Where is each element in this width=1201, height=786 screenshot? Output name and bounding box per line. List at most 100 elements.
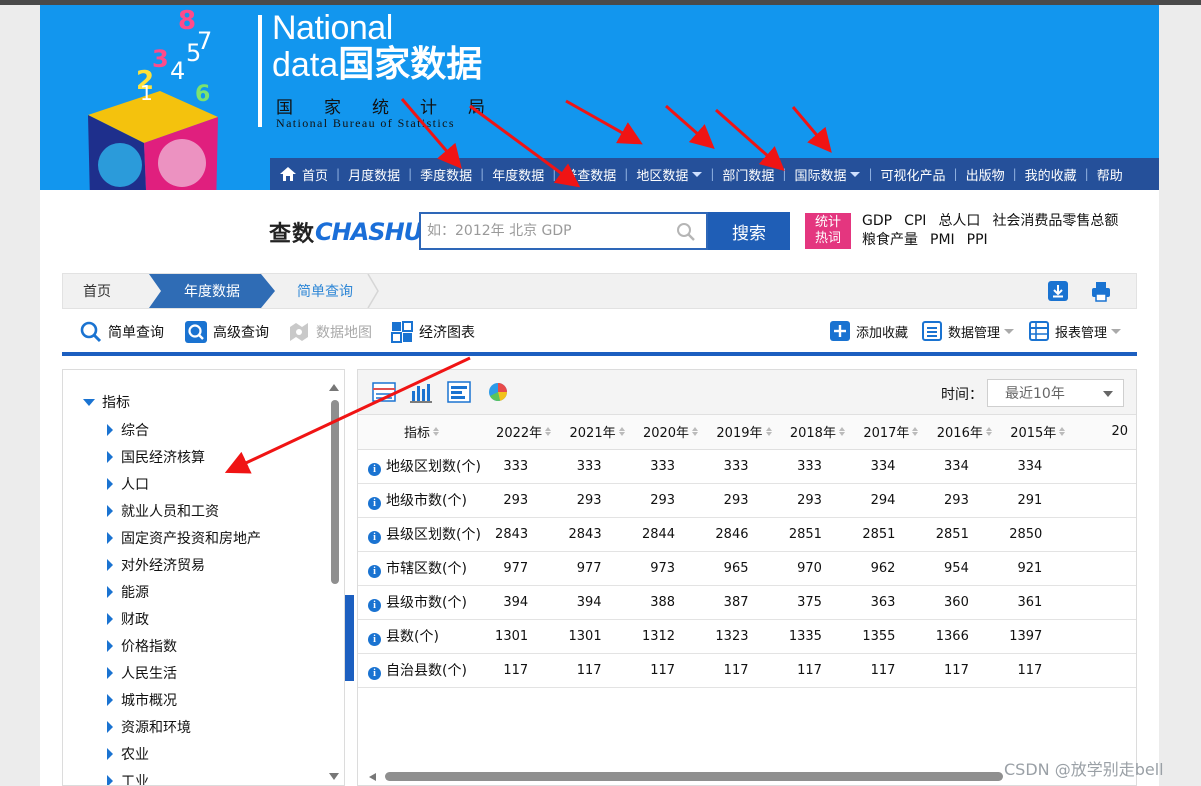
tree-item[interactable]: 资源和环境 xyxy=(107,717,191,737)
column-header-year[interactable]: 2016年 xyxy=(926,415,1000,450)
tree-scrollbar-thumb[interactable] xyxy=(331,400,339,584)
info-icon[interactable]: i xyxy=(368,599,381,612)
tree-item[interactable]: 人口 xyxy=(107,474,149,494)
table-row: i 市辖区数(个) 977 977 973 965 970 962 954 921 xyxy=(358,551,1136,586)
agency-en: National Bureau of Statistics xyxy=(276,116,455,130)
nav-item[interactable]: 可视化产品 xyxy=(881,165,946,184)
column-header-year[interactable]: 2018年 xyxy=(779,415,853,450)
chevron-down-icon xyxy=(1111,328,1122,334)
info-icon[interactable]: i xyxy=(368,633,381,646)
table-scrollbar-thumb[interactable] xyxy=(385,772,1003,781)
data-manage-button[interactable]: 数据管理 xyxy=(922,321,1015,341)
breadcrumb-home[interactable]: 首页 xyxy=(83,274,111,308)
nav-item[interactable]: 首页 xyxy=(280,165,328,184)
sort-icon[interactable] xyxy=(692,427,699,437)
nav-separator: | xyxy=(1012,167,1017,181)
table-cell: 977 xyxy=(485,551,560,586)
tree-item[interactable]: 国民经济核算 xyxy=(107,447,205,467)
horizontal-bar-icon[interactable] xyxy=(447,381,471,403)
tree-item[interactable]: 对外经济贸易 xyxy=(107,555,205,575)
sort-icon[interactable] xyxy=(433,427,440,437)
tree-root-indicator[interactable]: 指标 xyxy=(83,392,130,412)
hot-word-link[interactable]: PPI xyxy=(967,232,988,248)
hot-word-link[interactable]: 社会消费品零售总额 xyxy=(992,213,1118,229)
info-icon[interactable]: i xyxy=(368,531,381,544)
row-indicator: i 地级区划数(个) xyxy=(358,449,486,484)
info-icon[interactable]: i xyxy=(368,565,381,578)
search-input[interactable] xyxy=(421,216,671,246)
nav-item[interactable]: 我的收藏 xyxy=(1025,165,1077,184)
nav-item[interactable]: 帮助 xyxy=(1097,165,1123,184)
header-banner: 2 3 4 5 6 7 8 1 National data国家数据 国家统计局 … xyxy=(40,5,1159,190)
column-header-year[interactable]: 2015年 xyxy=(999,415,1074,450)
tree-item[interactable]: 人民生活 xyxy=(107,663,177,683)
column-header-year[interactable]: 2022年 xyxy=(485,415,560,450)
nav-item[interactable]: 普查数据 xyxy=(564,165,616,184)
column-header-year[interactable]: 2021年 xyxy=(559,415,633,450)
table-cell: 333 xyxy=(485,449,560,484)
table-cell: 375 xyxy=(779,585,853,620)
tree-item[interactable]: 能源 xyxy=(107,582,149,602)
sort-icon[interactable] xyxy=(545,427,552,437)
bar-chart-icon[interactable] xyxy=(409,381,433,403)
sort-icon[interactable] xyxy=(838,427,845,437)
sort-icon[interactable] xyxy=(618,427,625,437)
logo-en-data-cn: data国家数据 xyxy=(272,45,482,85)
breadcrumb-simple-query[interactable]: 简单查询 xyxy=(275,274,375,308)
add-favorite-button[interactable]: 添加收藏 xyxy=(830,321,908,341)
column-header-year[interactable]: 2019年 xyxy=(706,415,780,450)
tree-item[interactable]: 固定资产投资和房地产 xyxy=(107,528,261,548)
sort-icon[interactable] xyxy=(765,427,772,437)
hot-word-link[interactable]: 粮食产量 xyxy=(862,232,918,248)
table-view-icon[interactable] xyxy=(372,381,396,403)
time-range-select[interactable]: 最近10年 xyxy=(987,379,1124,407)
caret-right-icon xyxy=(107,721,113,733)
home-icon xyxy=(280,167,296,181)
sort-icon[interactable] xyxy=(1059,427,1066,437)
sort-icon[interactable] xyxy=(912,427,919,437)
download-icon[interactable] xyxy=(1047,280,1069,302)
print-icon[interactable] xyxy=(1090,280,1112,302)
tree-item[interactable]: 城市概况 xyxy=(107,690,177,710)
row-indicator: i 县数(个) xyxy=(358,619,486,654)
row-indicator: i 地级市数(个) xyxy=(358,483,486,518)
nav-item[interactable]: 国际数据 xyxy=(794,165,861,184)
column-header-indicator[interactable]: 指标 xyxy=(358,415,486,450)
column-header-year[interactable]: 20 xyxy=(1073,415,1136,450)
nav-item[interactable]: 月度数据 xyxy=(348,165,400,184)
sort-icon[interactable] xyxy=(985,427,992,437)
economic-chart-button[interactable]: 经济图表 xyxy=(391,321,475,343)
caret-right-icon xyxy=(107,559,113,571)
info-icon[interactable]: i xyxy=(368,497,381,510)
tree-item[interactable]: 财政 xyxy=(107,609,149,629)
tree-item[interactable]: 工业 xyxy=(107,771,149,785)
info-icon[interactable]: i xyxy=(368,463,381,476)
nav-item[interactable]: 季度数据 xyxy=(420,165,472,184)
search-button[interactable]: 搜索 xyxy=(708,212,790,250)
column-header-year[interactable]: 2020年 xyxy=(632,415,707,450)
nav-item[interactable]: 地区数据 xyxy=(636,165,703,184)
column-header-year[interactable]: 2017年 xyxy=(852,415,927,450)
tree-item[interactable]: 农业 xyxy=(107,744,149,764)
tree-item[interactable]: 就业人员和工资 xyxy=(107,501,219,521)
nav-item[interactable]: 出版物 xyxy=(966,165,1005,184)
data-map-button[interactable]: 数据地图 xyxy=(288,321,372,343)
pie-chart-icon[interactable] xyxy=(486,381,510,403)
hot-word-link[interactable]: 总人口 xyxy=(938,213,980,229)
nav-item[interactable]: 年度数据 xyxy=(492,165,544,184)
hot-word-link[interactable]: GDP xyxy=(862,213,892,229)
simple-query-button[interactable]: 简单查询 xyxy=(80,321,164,343)
nav-item-label: 地区数据 xyxy=(636,168,689,184)
hot-word-link[interactable]: PMI xyxy=(930,232,955,248)
tree-item[interactable]: 综合 xyxy=(107,420,149,440)
nav-item[interactable]: 部门数据 xyxy=(722,165,774,184)
search-icon[interactable] xyxy=(676,222,696,242)
breadcrumb-year-data[interactable]: 年度数据 xyxy=(149,274,275,308)
hot-word-link[interactable]: CPI xyxy=(904,213,926,229)
report-manage-button[interactable]: 报表管理 xyxy=(1029,321,1122,341)
time-label: 时间： xyxy=(941,387,983,403)
info-icon[interactable]: i xyxy=(368,667,381,680)
tree-item[interactable]: 价格指数 xyxy=(107,636,177,656)
panel-resize-handle[interactable] xyxy=(345,595,354,681)
advanced-query-button[interactable]: 高级查询 xyxy=(185,321,269,343)
